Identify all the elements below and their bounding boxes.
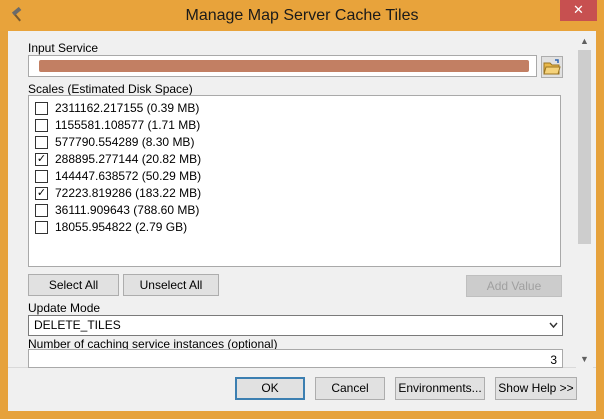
browse-button[interactable]: [541, 56, 563, 78]
update-mode-value: DELETE_TILES: [34, 318, 121, 332]
scale-label: 72223.819286 (183.22 MB): [55, 186, 202, 200]
scroll-thumb[interactable]: [578, 50, 591, 244]
add-value-button[interactable]: Add Value: [466, 275, 562, 297]
checkmark-icon: ✓: [36, 152, 47, 165]
checkmark-icon: ✓: [36, 186, 47, 199]
scale-label: 18055.954822 (2.79 GB): [55, 220, 188, 234]
close-button[interactable]: ✕: [560, 0, 597, 21]
scale-checkbox[interactable]: [35, 203, 48, 217]
title-bar[interactable]: Manage Map Server Cache Tiles ✕: [0, 0, 604, 31]
scale-list-item[interactable]: 18055.954822 (2.79 GB): [35, 219, 187, 235]
instances-input[interactable]: 3: [28, 349, 563, 368]
scale-label: 1155581.108577 (1.71 MB): [55, 118, 201, 132]
scroll-down-icon[interactable]: ▼: [576, 351, 593, 368]
scale-list-item[interactable]: 144447.638572 (50.29 MB): [35, 168, 201, 184]
select-all-button[interactable]: Select All: [28, 274, 119, 296]
scale-label: 288895.277144 (20.82 MB): [55, 152, 202, 166]
cancel-button[interactable]: Cancel: [315, 377, 385, 400]
scale-label: 144447.638572 (50.29 MB): [55, 169, 202, 183]
update-mode-label: Update Mode: [28, 301, 101, 315]
scales-label: Scales (Estimated Disk Space): [28, 82, 193, 96]
scales-list: 2311162.217155 (0.39 MB) 1155581.108577 (…: [28, 95, 561, 267]
redacted-value: [39, 60, 529, 72]
window-title: Manage Map Server Cache Tiles: [185, 7, 419, 24]
scale-label: 36111.909643 (788.60 MB): [55, 203, 200, 217]
scale-list-item[interactable]: ✓ 288895.277144 (20.82 MB): [35, 151, 201, 167]
ok-button[interactable]: OK: [235, 377, 305, 400]
scale-checkbox[interactable]: ✓: [35, 186, 48, 200]
parameters-panel: Input Service Scales (Estimated Disk Spa…: [8, 31, 596, 368]
input-service-label: Input Service: [28, 41, 99, 55]
scale-list-item[interactable]: 1155581.108577 (1.71 MB): [35, 117, 200, 133]
dialog-client-area: Input Service Scales (Estimated Disk Spa…: [8, 31, 596, 411]
vertical-scrollbar[interactable]: ▲ ▼: [576, 33, 593, 368]
scale-checkbox[interactable]: [35, 135, 48, 149]
scale-checkbox[interactable]: [35, 118, 48, 132]
scale-label: 577790.554289 (8.30 MB): [55, 135, 195, 149]
scale-checkbox[interactable]: [35, 169, 48, 183]
scale-checkbox[interactable]: ✓: [35, 152, 48, 166]
scale-checkbox[interactable]: [35, 220, 48, 234]
update-mode-select[interactable]: DELETE_TILES: [28, 315, 563, 336]
scale-list-item[interactable]: ✓ 72223.819286 (183.22 MB): [35, 185, 201, 201]
scale-list-item[interactable]: 36111.909643 (788.60 MB): [35, 202, 199, 218]
scale-checkbox[interactable]: [35, 101, 48, 115]
dialog-window: Manage Map Server Cache Tiles ✕ Input Se…: [0, 0, 604, 419]
scale-list-item[interactable]: 577790.554289 (8.30 MB): [35, 134, 194, 150]
environments-button[interactable]: Environments...: [395, 377, 485, 400]
chevron-down-icon[interactable]: [548, 316, 559, 342]
scroll-up-icon[interactable]: ▲: [576, 33, 593, 50]
folder-open-icon: [542, 59, 562, 80]
unselect-all-button[interactable]: Unselect All: [123, 274, 219, 296]
show-help-button[interactable]: Show Help >>: [495, 377, 577, 400]
scale-label: 2311162.217155 (0.39 MB): [55, 101, 200, 115]
input-service-field[interactable]: [28, 55, 537, 77]
scale-list-item[interactable]: 2311162.217155 (0.39 MB): [35, 100, 199, 116]
